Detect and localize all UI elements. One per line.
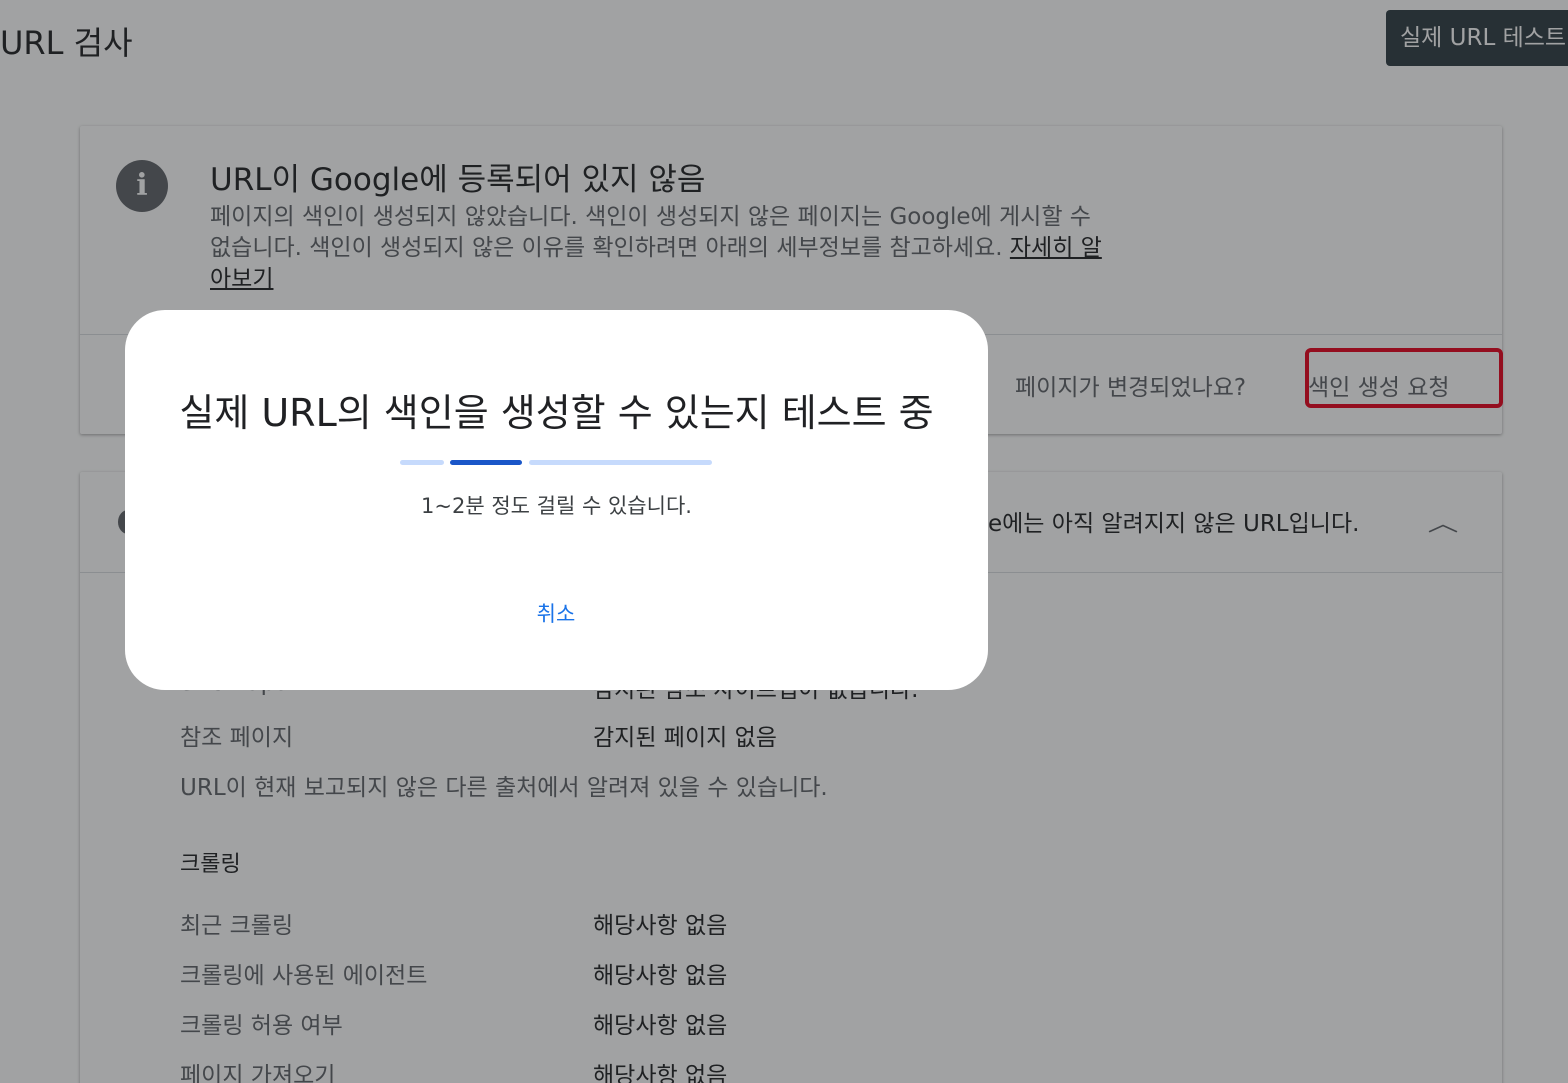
progress-track-segment — [400, 460, 444, 465]
cancel-button[interactable]: 취소 — [515, 598, 597, 632]
dialog-title: 실제 URL의 색인을 생성할 수 있는지 테스트 중 — [179, 391, 934, 435]
progress-track-segment — [529, 460, 712, 465]
live-test-dialog: 실제 URL의 색인을 생성할 수 있는지 테스트 중 1~2분 정도 걸릴 수… — [125, 310, 988, 690]
dialog-subtitle: 1~2분 정도 걸릴 수 있습니다. — [421, 494, 692, 518]
progress-bar — [400, 460, 712, 465]
progress-active-segment — [450, 460, 522, 465]
